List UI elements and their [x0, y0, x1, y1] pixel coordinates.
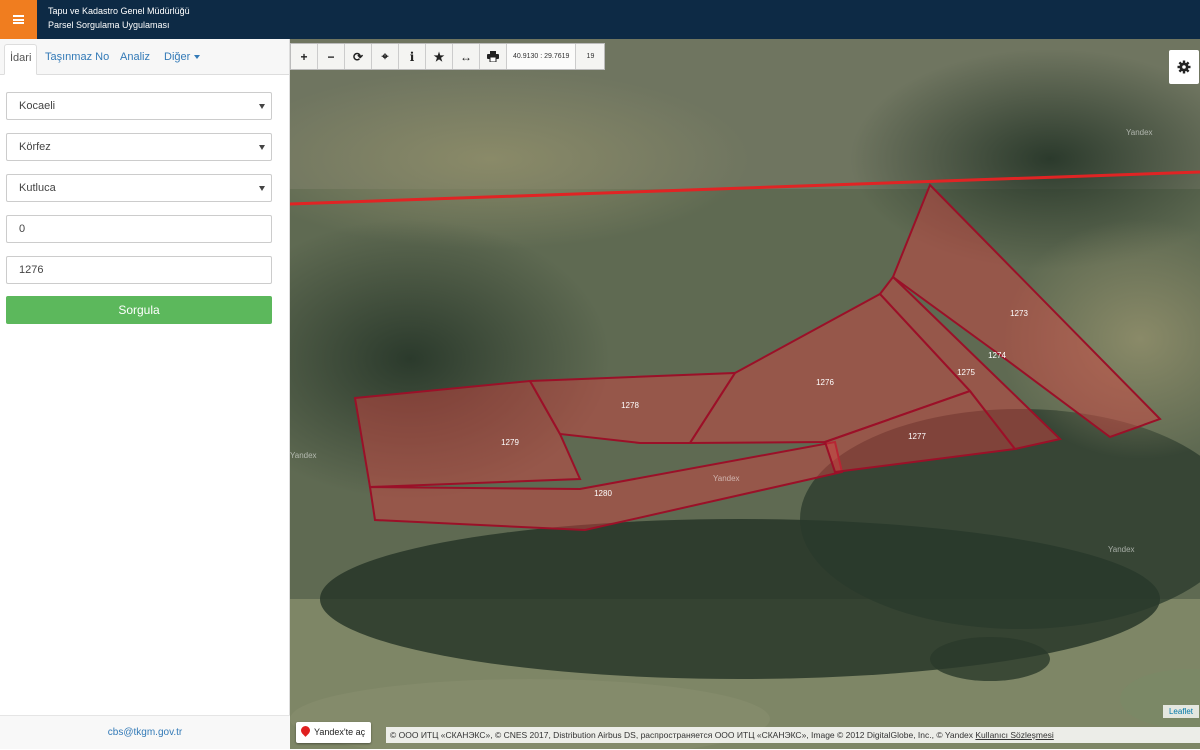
sidebar: İdari Taşınmaz No Analiz Diğer Kocaeli K…: [0, 39, 290, 749]
zoom-level: 19: [586, 53, 595, 60]
info-button[interactable]: i: [399, 44, 426, 69]
chevron-down-icon: [259, 186, 265, 191]
tab-idari[interactable]: İdari: [4, 44, 38, 75]
yandex-watermark: Yandex: [1108, 545, 1135, 554]
sidebar-tabs: İdari Taşınmaz No Analiz Diğer: [0, 39, 289, 75]
map-attribution: © ООО ИТЦ «СКАНЭКС», © CNES 2017, Distri…: [386, 727, 1200, 743]
leaflet-link[interactable]: Leaflet: [1163, 705, 1199, 718]
query-button[interactable]: Sorgula: [6, 296, 272, 324]
neighborhood-value: Kutluca: [19, 182, 56, 194]
province-select[interactable]: Kocaeli: [6, 92, 272, 120]
locate-button[interactable]: ⌖: [372, 44, 399, 69]
parcel-label-1277: 1277: [908, 432, 926, 441]
print-button[interactable]: [480, 44, 507, 69]
map-view[interactable]: 1273 1274 1275 1276 1277 1278 1279 1280 …: [290, 39, 1200, 749]
app-title: Tapu ve Kadastro Genel Müdürlüğü Parsel …: [48, 4, 190, 32]
province-value: Kocaeli: [19, 100, 56, 112]
caret-down-icon: [194, 55, 201, 60]
neighborhood-select[interactable]: Kutluca: [6, 174, 272, 202]
parcel-label-1276: 1276: [816, 378, 834, 387]
zoom-in-button[interactable]: +: [291, 44, 318, 69]
parcel-label-1280: 1280: [594, 489, 612, 498]
yandex-open-button[interactable]: Yandex'te aç: [296, 722, 372, 743]
footer-email-link[interactable]: cbs@tkgm.gov.tr: [0, 715, 290, 749]
block-no-input[interactable]: 0: [6, 215, 272, 243]
menu-button[interactable]: [0, 0, 37, 39]
coordinate-readout: 40.9130 : 29.7619: [507, 44, 577, 69]
zoom-out-button[interactable]: −: [318, 44, 345, 69]
crosshair-icon: ⌖: [381, 49, 389, 63]
refresh-button[interactable]: ⟳: [345, 44, 372, 69]
attribution-text: © ООО ИТЦ «СКАНЭКС», © CNES 2017, Distri…: [390, 730, 976, 740]
parcel-label-1274: 1274: [988, 351, 1006, 360]
satellite-layer: 1273 1274 1275 1276 1277 1278 1279 1280: [290, 39, 1200, 749]
info-icon: i: [409, 49, 415, 64]
district-select[interactable]: Körfez: [6, 133, 272, 161]
tab-tasinmaz-no[interactable]: Taşınmaz No: [40, 44, 114, 75]
tab-diger[interactable]: Diğer: [159, 44, 205, 75]
app-title-line1: Tapu ve Kadastro Genel Müdürlüğü: [48, 6, 190, 16]
star-icon: ★: [433, 49, 445, 64]
gear-icon: [1177, 60, 1191, 74]
parcel-no-input[interactable]: 1276: [6, 256, 272, 284]
district-value: Körfez: [19, 141, 51, 153]
parcel-label-1278: 1278: [621, 401, 639, 410]
plus-icon: +: [300, 49, 308, 64]
tab-diger-label: Diğer: [164, 51, 191, 63]
yandex-watermark: Yandex: [290, 451, 317, 460]
measure-button[interactable]: ↔: [453, 44, 480, 69]
parcel-label-1275: 1275: [957, 368, 975, 377]
minus-icon: −: [327, 49, 335, 64]
chevron-down-icon: [259, 104, 265, 109]
refresh-icon: ⟳: [352, 49, 364, 64]
tab-analiz[interactable]: Analiz: [115, 44, 155, 75]
yandex-watermark: Yandex: [713, 474, 740, 483]
map-toolbar: + − ⟳ ⌖ i ★ ↔ 40.9130 : 29.7619 19: [290, 43, 606, 70]
app-title-line2: Parsel Sorgulama Uygulaması: [48, 20, 170, 30]
user-agreement-link[interactable]: Kullanıcı Sözleşmesi: [975, 730, 1053, 740]
favorite-button[interactable]: ★: [426, 44, 453, 69]
hamburger-icon: [13, 15, 24, 24]
map-pin-icon: [299, 724, 312, 737]
print-icon: [487, 51, 499, 62]
settings-button[interactable]: [1169, 50, 1199, 84]
chevron-down-icon: [259, 145, 265, 150]
yandex-open-label: Yandex'te aç: [314, 727, 366, 737]
parcel-label-1279: 1279: [501, 438, 519, 447]
top-bar: Tapu ve Kadastro Genel Müdürlüğü Parsel …: [0, 0, 1200, 39]
measure-icon: ↔: [460, 49, 472, 64]
yandex-watermark: Yandex: [1126, 128, 1153, 137]
parcel-label-1273: 1273: [1010, 309, 1028, 318]
